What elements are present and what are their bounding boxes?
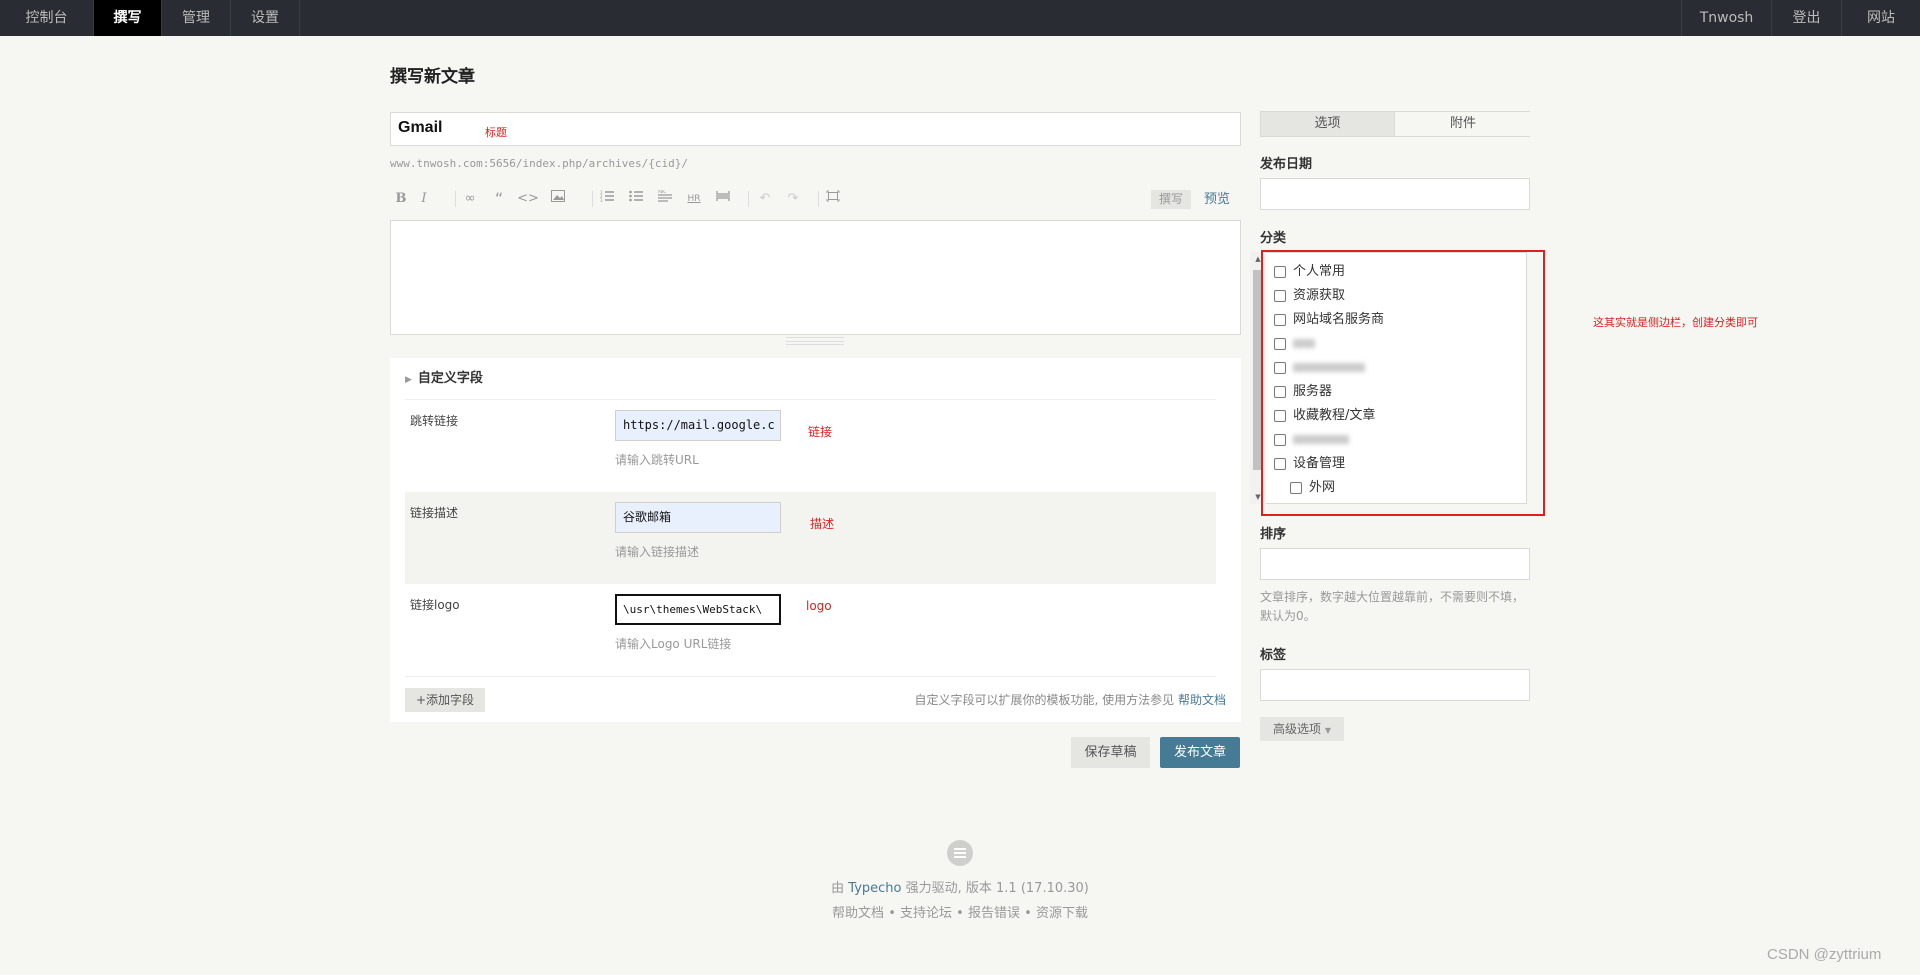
custom-fields-toggle[interactable]: ▶ 自定义字段: [405, 368, 483, 390]
nav-write[interactable]: 撰写: [94, 0, 162, 36]
custom-field-row: 链接描述 谷歌邮箱 请输入链接描述 描述: [405, 492, 1216, 584]
field-url-input[interactable]: https://mail.google.c: [615, 410, 781, 441]
nav-dashboard[interactable]: 控制台: [0, 0, 94, 36]
sidebar-tabs: 选项 附件: [1260, 111, 1530, 137]
fullscreen-icon[interactable]: [822, 187, 844, 211]
order-label: 排序: [1260, 527, 1287, 542]
heading-icon[interactable]: ABC: [654, 187, 676, 211]
help-doc-link[interactable]: 帮助文档: [1178, 693, 1226, 707]
footer-links: 帮助文档 • 支持论坛 • 报告错误 • 资源下载: [0, 902, 1920, 921]
quote-icon[interactable]: “: [488, 187, 510, 211]
tab-preview[interactable]: 预览: [1204, 190, 1230, 209]
field-desc-input[interactable]: 谷歌邮箱: [615, 502, 781, 533]
note-text: 自定义字段可以扩展你的模板功能, 使用方法参见: [914, 693, 1175, 707]
footer-version: 强力驱动, 版本 1.1 (17.10.30): [905, 881, 1089, 896]
field-annotation: logo: [806, 599, 832, 613]
advanced-options-button[interactable]: 高级选项 ▼: [1260, 717, 1344, 741]
footer-link-forum[interactable]: 支持论坛: [900, 906, 952, 921]
field-annotation: 描述: [810, 517, 835, 531]
nav-site[interactable]: 网站: [1841, 0, 1920, 36]
more-icon[interactable]: [712, 187, 734, 211]
svg-text:3: 3: [600, 198, 603, 202]
field-label: 跳转链接: [410, 414, 459, 428]
title-annotation: 标题: [485, 126, 507, 139]
unordered-list-icon[interactable]: [625, 187, 647, 211]
title-value: Gmail: [398, 119, 443, 136]
top-nav: 控制台 撰写 管理 设置 Tnwosh 登出 网站: [0, 0, 1920, 36]
order-input[interactable]: [1260, 548, 1530, 580]
save-draft-button[interactable]: 保存草稿: [1071, 737, 1150, 768]
custom-field-row: 跳转链接 https://mail.google.c 请输入跳转URL 链接: [405, 400, 1216, 492]
typecho-link[interactable]: Typecho: [848, 881, 901, 896]
field-hint: 请输入跳转URL: [615, 453, 699, 467]
redo-icon[interactable]: ↷: [782, 187, 804, 211]
toolbar-divider: [818, 191, 819, 207]
nav-user[interactable]: Tnwosh: [1681, 0, 1771, 36]
content-editor[interactable]: [390, 220, 1241, 335]
nav-manage[interactable]: 管理: [162, 0, 231, 36]
tab-options[interactable]: 选项: [1261, 112, 1395, 136]
footer-powered: 由 Typecho 强力驱动, 版本 1.1 (17.10.30): [0, 877, 1920, 896]
field-hint: 请输入链接描述: [615, 545, 700, 559]
field-annotation: 链接: [808, 425, 833, 439]
footer-link-download[interactable]: 资源下载: [1036, 906, 1088, 921]
svg-text:ABC: ABC: [658, 190, 666, 194]
add-field-button[interactable]: +添加字段: [405, 688, 485, 712]
image-icon[interactable]: [547, 187, 569, 211]
typecho-logo-icon: [947, 840, 973, 866]
publish-date-label: 发布日期: [1260, 157, 1313, 172]
annotation-frame: [1261, 250, 1545, 516]
bold-icon[interactable]: B: [390, 187, 412, 211]
nav-logout[interactable]: 登出: [1771, 0, 1841, 36]
toolbar-divider: [455, 191, 456, 207]
advanced-options-label: 高级选项: [1273, 722, 1322, 736]
hr-icon[interactable]: HR: [683, 187, 705, 211]
editor-toolbar: B I ∞ “ <> 123 ABC HR ↶ ↷ 撰写 预览: [390, 187, 1241, 213]
publish-button[interactable]: 发布文章: [1160, 737, 1240, 768]
custom-fields-note: 自定义字段可以扩展你的模板功能, 使用方法参见 帮助文档: [915, 688, 1226, 712]
editor-resize-handle[interactable]: [786, 337, 844, 345]
footer-sep: •: [888, 906, 896, 921]
field-logo-input[interactable]: \usr\themes\WebStack\: [615, 594, 781, 625]
footer-link-report[interactable]: 报告错误: [968, 906, 1020, 921]
nav-settings[interactable]: 设置: [231, 0, 300, 36]
undo-icon[interactable]: ↶: [754, 187, 776, 211]
code-icon[interactable]: <>: [517, 187, 539, 211]
caret-right-icon: ▶: [405, 375, 412, 385]
watermark: CSDN @zyttrium: [1767, 946, 1882, 963]
chevron-down-icon: ▼: [1324, 726, 1331, 735]
toolbar-divider: [592, 191, 593, 207]
divider: [405, 676, 1216, 677]
page-title: 撰写新文章: [390, 67, 475, 87]
permalink: www.tnwosh.com:5656/index.php/archives/{…: [390, 157, 689, 170]
toolbar-divider: [748, 191, 749, 207]
field-label: 链接logo: [410, 598, 460, 612]
italic-icon[interactable]: I: [413, 187, 435, 211]
link-icon[interactable]: ∞: [459, 187, 481, 211]
footer-sep: •: [956, 906, 964, 921]
tab-write[interactable]: 撰写: [1151, 190, 1191, 209]
ordered-list-icon[interactable]: 123: [596, 187, 618, 211]
category-annotation: 这其实就是侧边栏，创建分类即可: [1593, 316, 1758, 329]
field-hint: 请输入Logo URL链接: [615, 637, 732, 651]
category-label: 分类: [1260, 231, 1287, 246]
footer-link-help[interactable]: 帮助文档: [832, 906, 884, 921]
title-input[interactable]: Gmail: [390, 112, 1241, 146]
tags-label: 标签: [1260, 648, 1287, 663]
field-label: 链接描述: [410, 506, 459, 520]
tab-attachments[interactable]: 附件: [1396, 112, 1530, 136]
custom-fields-title: 自定义字段: [417, 371, 483, 386]
order-hint: 文章排序，数字越大位置越靠前，不需要则不填，默认为0。: [1260, 590, 1525, 623]
custom-field-row: 链接logo \usr\themes\WebStack\ 请输入Logo URL…: [405, 584, 1216, 676]
footer-sep: •: [1024, 906, 1032, 921]
tags-input[interactable]: [1260, 669, 1530, 701]
publish-date-input[interactable]: [1260, 178, 1530, 210]
custom-fields-panel: ▶ 自定义字段 跳转链接 https://mail.google.c 请输入跳转U…: [390, 358, 1241, 722]
footer-prefix: 由: [831, 881, 845, 896]
